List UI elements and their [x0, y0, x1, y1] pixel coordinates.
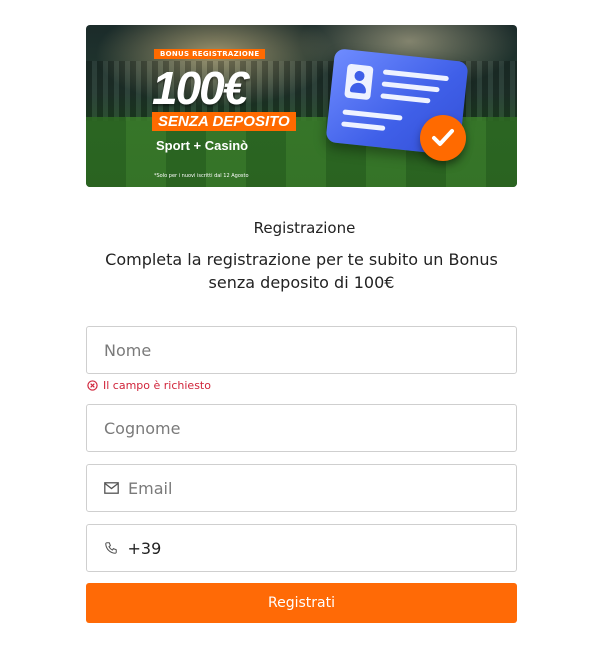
bonus-footnote: *Solo per i nuovi iscritti dal 12 Agosto	[154, 173, 249, 179]
bonus-tag: BONUS REGISTRAZIONE	[154, 49, 266, 59]
nome-error-text: Il campo è richiesto	[103, 379, 211, 392]
cognome-input[interactable]	[87, 405, 516, 451]
email-input[interactable]	[128, 465, 516, 511]
cognome-field[interactable]	[86, 404, 517, 452]
mail-icon	[104, 480, 119, 496]
phone-field[interactable]	[86, 524, 517, 572]
page-title: Registrazione	[253, 219, 356, 237]
promo-banner: BONUS REGISTRAZIONE 100€ SENZA DEPOSITO …	[86, 25, 517, 187]
nome-error: Il campo è richiesto	[87, 379, 211, 392]
error-circle-icon	[87, 380, 98, 391]
nome-field[interactable]	[86, 326, 517, 374]
avatar-icon	[344, 63, 374, 101]
register-button[interactable]: Registrati	[86, 583, 517, 623]
bonus-no-deposit: SENZA DEPOSITO	[152, 112, 296, 131]
bonus-amount: 100€	[152, 62, 248, 114]
email-field[interactable]	[86, 464, 517, 512]
phone-icon	[104, 540, 118, 556]
check-icon	[420, 115, 466, 161]
nome-input[interactable]	[87, 327, 516, 373]
page-subtitle: Completa la registrazione per te subito …	[105, 250, 498, 292]
bonus-products: Sport + Casinò	[156, 138, 249, 153]
phone-input[interactable]	[127, 525, 516, 571]
